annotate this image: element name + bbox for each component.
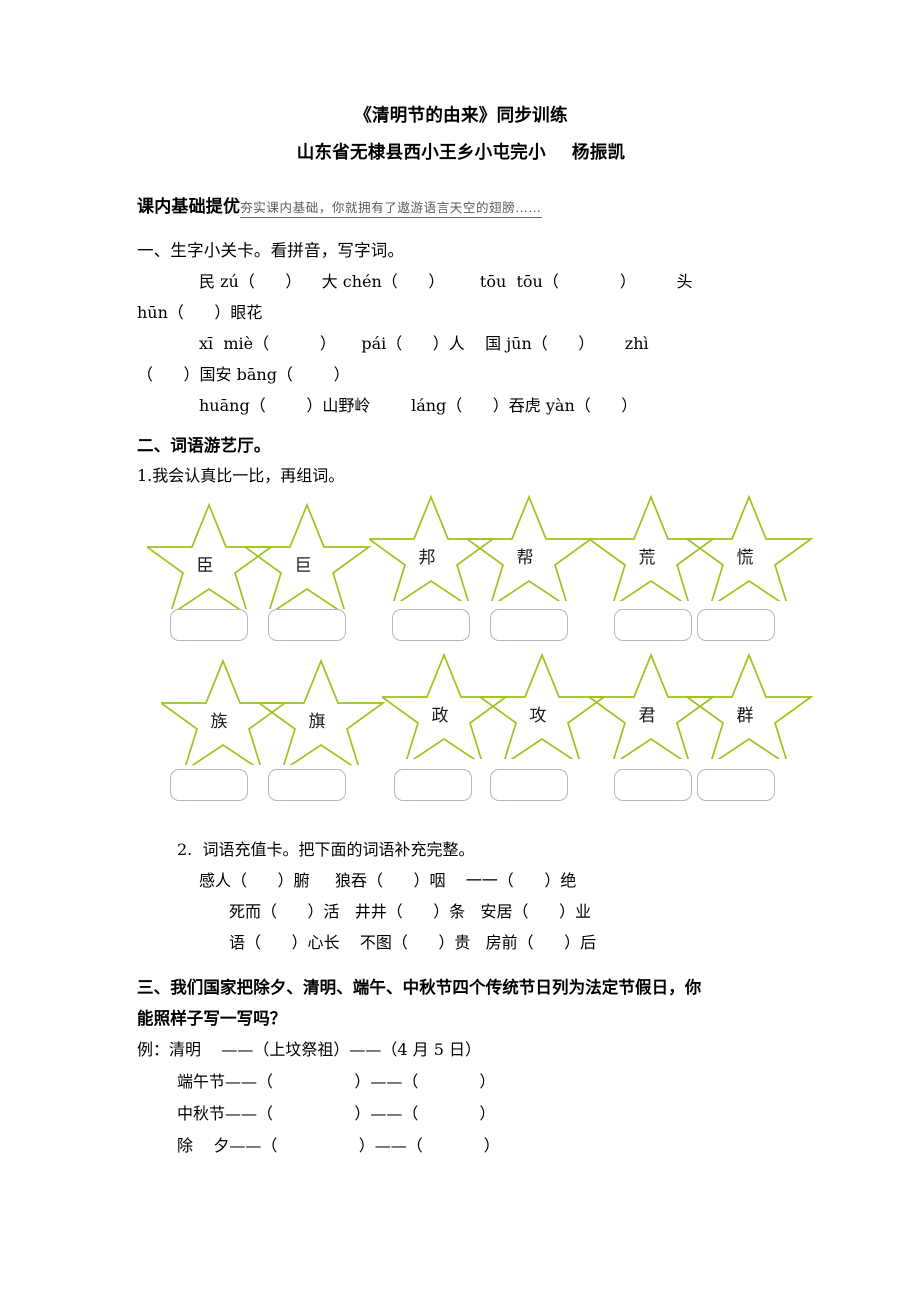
star-pair-svg bbox=[147, 502, 372, 609]
answer-box-right[interactable] bbox=[697, 769, 775, 801]
section2-fill-line-2: 死而（ ）活 井井（ ）条 安居（ ）业 bbox=[229, 902, 592, 921]
section1-line-3: xī miè（ ） pái（ ）人 国 jūn（ ） zhì bbox=[199, 334, 649, 353]
answer-box-left[interactable] bbox=[170, 769, 248, 801]
star-char-right: 攻 bbox=[529, 706, 547, 726]
section-banner: 课内基础提优夯实课内基础，你就拥有了遨游语言天空的翅膀…… bbox=[137, 195, 785, 220]
star-pair-svg bbox=[589, 494, 814, 601]
star-char-right: 旗 bbox=[308, 712, 326, 732]
section3-heading-line-2: 能照样子写一写吗？ bbox=[137, 1009, 287, 1028]
star-group-4: 族 旗 bbox=[161, 655, 393, 805]
section2-sub1: 1.我会认真比一比，再组词。 bbox=[137, 466, 345, 485]
answer-box-left[interactable] bbox=[170, 609, 248, 641]
section1-line-2: hūn（ ）眼花 bbox=[137, 303, 263, 322]
answer-box-right[interactable] bbox=[490, 609, 568, 641]
page-content: 《清明节的由来》同步训练 山东省无棣县西小王乡小屯完小 杨振凯 课内基础提优夯实课… bbox=[137, 0, 814, 1162]
section2-fill-line-1: 感人（ ）腑 狼吞（ ）咽 一一（ ）绝 bbox=[199, 871, 577, 890]
star-pair-svg bbox=[589, 652, 814, 759]
answer-box-right[interactable] bbox=[697, 609, 775, 641]
section3-item-3: 除 夕——（ ）——（ ） bbox=[177, 1136, 500, 1155]
answer-box-left[interactable] bbox=[614, 769, 692, 801]
star-group-6: 君 群 bbox=[589, 649, 821, 801]
star-char-right: 帮 bbox=[516, 548, 534, 568]
star-char-left: 臣 bbox=[196, 556, 214, 576]
page-title: 《清明节的由来》同步训练 bbox=[354, 106, 568, 126]
worksheet-page: 《清明节的由来》同步训练 山东省无棣县西小王乡小屯完小 杨振凯 课内基础提优夯实课… bbox=[0, 0, 920, 1302]
section3-item-2: 中秋节——（ ）——（ ） bbox=[177, 1104, 496, 1123]
answer-box-left[interactable] bbox=[614, 609, 692, 641]
star-pair-svg bbox=[161, 658, 386, 765]
star-group-1: 臣 巨 bbox=[147, 499, 379, 649]
banner-label: 课内基础提优 bbox=[137, 197, 241, 217]
section1-heading: 一、生字小关卡。看拼音，写字词。 bbox=[137, 241, 405, 260]
star-char-right: 慌 bbox=[736, 548, 754, 568]
section3-example: 例：清明 ——（上坟祭祖）——（4 月 5 日） bbox=[137, 1040, 481, 1059]
section1-line-5: huāng（ ）山野岭 láng（ ）吞虎 yàn（ ） bbox=[199, 396, 638, 415]
star-group-2: 邦 帮 bbox=[369, 491, 601, 641]
answer-box-right[interactable] bbox=[490, 769, 568, 801]
answer-box-left[interactable] bbox=[394, 769, 472, 801]
star-group-5: 政 攻 bbox=[382, 649, 614, 801]
section2-fill-line-3: 语（ ）心长 不图（ ）贵 房前（ ）后 bbox=[229, 933, 597, 952]
page-subtitle: 山东省无棣县西小王乡小屯完小 杨振凯 bbox=[137, 138, 785, 168]
star-char-left: 荒 bbox=[638, 548, 656, 568]
star-char-right: 群 bbox=[736, 706, 754, 726]
star-char-left: 政 bbox=[431, 706, 449, 726]
star-pair-svg bbox=[369, 494, 594, 601]
subtitle-school: 山东省无棣县西小王乡小屯完小 bbox=[296, 143, 546, 163]
star-row-2: 族 旗 政 攻 君 群 bbox=[137, 652, 814, 805]
star-group-3: 荒 慌 bbox=[589, 491, 821, 641]
answer-box-right[interactable] bbox=[268, 769, 346, 801]
answer-box-right[interactable] bbox=[268, 609, 346, 641]
star-pair-svg bbox=[382, 652, 607, 759]
section2-sub2: 2. 词语充值卡。把下面的词语补充完整。 bbox=[177, 840, 475, 859]
section3-item-1: 端午节——（ ）——（ ） bbox=[177, 1072, 496, 1091]
answer-box-left[interactable] bbox=[392, 609, 470, 641]
section2-heading: 二、词语游艺厅。 bbox=[137, 436, 271, 455]
star-char-left: 族 bbox=[210, 712, 228, 732]
star-row-1: 臣 巨 邦 帮 荒 慌 bbox=[137, 494, 814, 649]
section3-heading-line-1: 三、我们国家把除夕、清明、端午、中秋节四个传统节日列为法定节假日，你 bbox=[137, 978, 702, 997]
star-char-left: 君 bbox=[638, 706, 656, 726]
section1-line-1: 民 zú（ ） 大 chén（ ） tōu tōu（ ） 头 bbox=[199, 272, 693, 291]
star-char-right: 巨 bbox=[294, 556, 312, 576]
banner-tagline: 夯实课内基础，你就拥有了遨游语言天空的翅膀…… bbox=[240, 200, 542, 218]
star-char-left: 邦 bbox=[418, 548, 436, 568]
section1-line-4: （ ）国安 bāng（ ） bbox=[137, 365, 350, 384]
subtitle-author: 杨振凯 bbox=[571, 143, 626, 163]
